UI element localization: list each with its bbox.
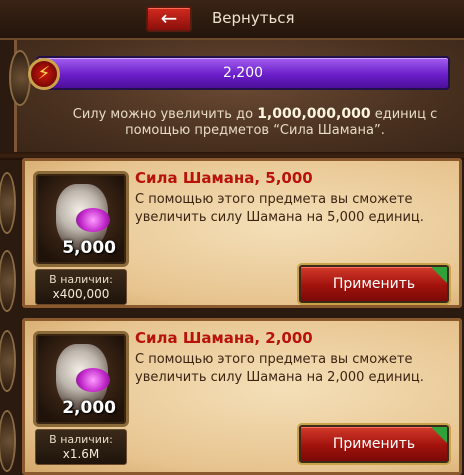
stock-count: x1.6M — [62, 447, 100, 461]
apply-label: Применить — [332, 436, 416, 452]
item-description: С помощью этого предмета вы сможете увел… — [135, 192, 424, 225]
item-icon-frame: 2,000 — [33, 331, 129, 427]
stock-label: В наличии: — [49, 273, 113, 286]
corner-badge — [431, 267, 447, 283]
stock-count: x400,000 — [52, 287, 110, 301]
item-description: С помощью этого предмета вы сможете увел… — [135, 352, 424, 385]
stock-box: В наличии: x400,000 — [35, 269, 127, 305]
info-max-value: 1,000,000,000 — [257, 106, 371, 122]
item-title: Сила Шамана, 2,000 — [135, 329, 313, 347]
potion-glow — [76, 208, 110, 232]
info-line2: помощью предметов “Сила Шамана”. — [125, 123, 385, 138]
corner-badge — [431, 427, 447, 443]
power-value: 2,200 — [222, 65, 264, 81]
side-ornament — [0, 250, 16, 312]
apply-button[interactable]: Применить — [299, 265, 449, 303]
back-button[interactable]: ← — [146, 6, 192, 32]
apply-button[interactable]: Применить — [299, 425, 449, 463]
side-ornament — [0, 172, 16, 234]
power-bar: 2,200 — [36, 56, 450, 90]
item-icon-frame: 5,000 — [33, 171, 129, 267]
info-line1-post: единиц с — [374, 107, 438, 122]
item-card: 5,000 В наличии: x400,000 Сила Шамана, 5… — [22, 158, 462, 308]
top-bar: ← Вернуться — [0, 0, 464, 40]
item-quantity: 2,000 — [62, 398, 116, 418]
item-card: 2,000 В наличии: x1.6M Сила Шамана, 2,00… — [22, 318, 462, 475]
item-title: Сила Шамана, 5,000 — [135, 169, 313, 187]
lightning-emblem-icon: ⚡ — [28, 58, 60, 90]
power-info-text: Силу можно увеличить до 1,000,000,000 ед… — [60, 106, 450, 139]
side-ornament — [0, 330, 16, 392]
item-quantity: 5,000 — [62, 238, 116, 258]
stock-label: В наличии: — [49, 433, 113, 446]
apply-label: Применить — [332, 276, 416, 292]
stock-box: В наличии: x1.6M — [35, 429, 127, 465]
side-ornament — [0, 410, 16, 472]
back-label[interactable]: Вернуться — [212, 9, 295, 27]
info-line1-pre: Силу можно увеличить до — [72, 107, 254, 122]
arrow-left-icon: ← — [160, 6, 178, 30]
potion-glow — [76, 368, 110, 392]
